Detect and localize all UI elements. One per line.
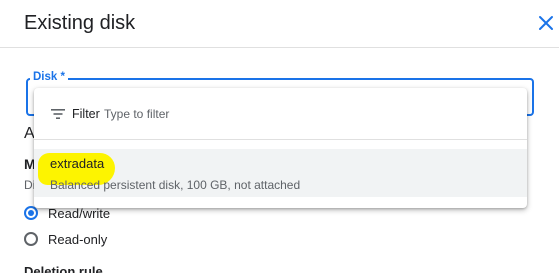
- filter-row: Filter: [34, 88, 527, 140]
- option-description: Balanced persistent disk, 100 GB, not at…: [50, 178, 301, 192]
- filter-input[interactable]: [104, 105, 484, 123]
- disk-dropdown-menu: Filter extradata Balanced persistent dis…: [34, 88, 527, 208]
- radio-button-unchecked[interactable]: [24, 232, 38, 246]
- radio-label-read-only: Read-only: [48, 231, 108, 247]
- filter-list-icon: [51, 109, 65, 119]
- deletion-rule-label: Deletion rule: [24, 264, 103, 273]
- disk-option-extradata[interactable]: extradata Balanced persistent disk, 100 …: [34, 149, 527, 197]
- dialog-title: Existing disk: [24, 12, 136, 34]
- close-button[interactable]: [536, 13, 556, 33]
- disk-field-label: Disk *: [30, 71, 68, 84]
- existing-disk-dialog: Existing disk Disk * A M Di Read/write R…: [0, 0, 559, 273]
- close-icon: [539, 16, 553, 30]
- radio-read-only[interactable]: Read-only: [24, 229, 107, 249]
- option-name: extradata: [50, 156, 105, 171]
- radio-button-checked[interactable]: [24, 206, 38, 220]
- dialog-header: Existing disk: [0, 0, 559, 48]
- filter-label: Filter: [72, 107, 100, 121]
